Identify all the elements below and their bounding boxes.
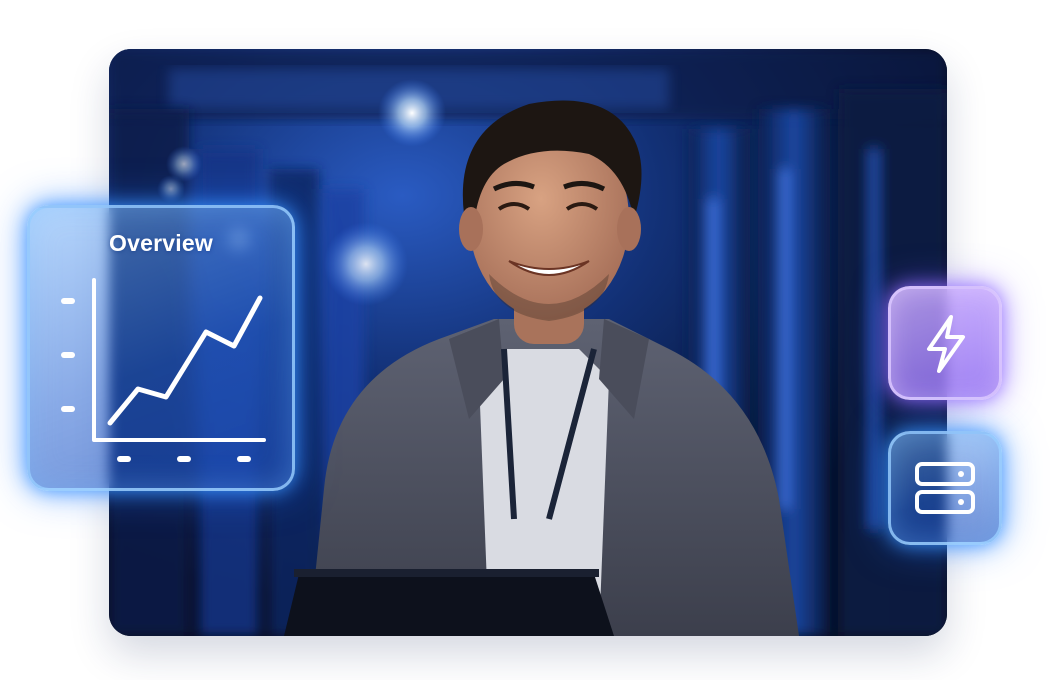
line-chart-icon [61, 278, 266, 462]
x-tick-mark [177, 456, 191, 462]
chart-axes [92, 278, 266, 442]
y-tick-mark [61, 298, 75, 304]
y-tick-mark [61, 352, 75, 358]
trend-line [107, 295, 263, 426]
y-tick-mark [61, 406, 75, 412]
x-tick-mark [237, 456, 251, 462]
server-card[interactable] [888, 431, 1002, 545]
server-stack-icon [915, 462, 975, 514]
x-tick-mark [117, 456, 131, 462]
overview-card[interactable]: Overview [27, 205, 295, 491]
lightning-card[interactable] [888, 286, 1002, 400]
lightning-bolt-icon [927, 315, 965, 373]
